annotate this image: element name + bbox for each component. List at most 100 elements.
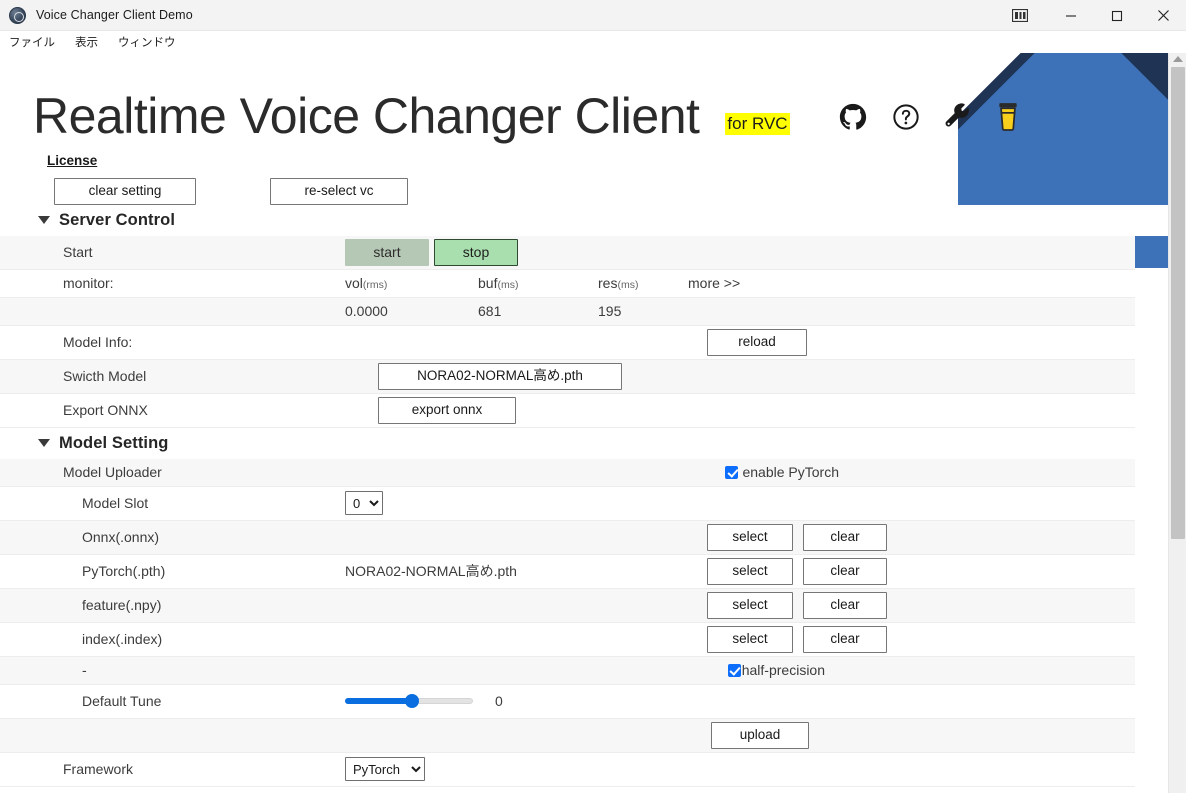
- enable-pytorch-label: enable PyTorch: [742, 464, 839, 480]
- row-model-uploader: Model Uploader enable PyTorch: [0, 459, 1135, 487]
- label-dash: -: [0, 662, 345, 678]
- minimize-icon[interactable]: [1048, 0, 1094, 31]
- row-feature: feature(.npy) select clear: [0, 589, 1135, 623]
- row-onnx: Onnx(.onnx) select clear: [0, 521, 1135, 555]
- help-circle-icon[interactable]: [892, 103, 920, 136]
- upload-button[interactable]: upload: [711, 722, 809, 749]
- chevron-down-icon: [38, 216, 50, 224]
- default-tune-slider[interactable]: [345, 693, 473, 709]
- row-framework: Framework PyTorch: [0, 753, 1135, 787]
- row-model-info: Model Info: reload: [0, 326, 1135, 360]
- feature-select-button[interactable]: select: [707, 592, 793, 619]
- content-area: Realtime Voice Changer Client for RVC: [0, 53, 1186, 793]
- feature-buttons: select clear: [707, 592, 1135, 619]
- label-model-info: Model Info:: [0, 334, 345, 350]
- monitor-header-res-unit: (ms): [617, 279, 638, 291]
- half-precision-checkbox-group[interactable]: half-precision: [728, 662, 1135, 678]
- monitor-header-vol-text: vol: [345, 275, 363, 291]
- page-subtitle: for RVC: [725, 113, 789, 135]
- github-icon[interactable]: [838, 102, 868, 137]
- half-precision-checkbox[interactable]: [728, 664, 741, 677]
- onnx-buttons: select clear: [707, 524, 1135, 551]
- onnx-select-button[interactable]: select: [707, 524, 793, 551]
- label-index: index(.index): [0, 631, 345, 647]
- scrollbar-thumb[interactable]: [1171, 67, 1185, 539]
- row-monitor-headers: monitor: vol(rms) buf(ms) res(ms) more >…: [0, 270, 1135, 298]
- enable-pytorch-checkbox-group[interactable]: enable PyTorch: [725, 464, 1135, 480]
- re-select-vc-button[interactable]: re-select vc: [270, 178, 408, 205]
- row-model-slot: Model Slot 0: [0, 487, 1135, 521]
- feature-clear-button[interactable]: clear: [803, 592, 887, 619]
- pytorch-value: NORA02-NORMAL高め.pth: [345, 561, 517, 581]
- app-icon: [9, 7, 26, 24]
- row-upload: upload: [0, 719, 1135, 753]
- framework-select[interactable]: PyTorch: [345, 757, 425, 781]
- reload-button[interactable]: reload: [707, 329, 807, 356]
- label-framework: Framework: [0, 761, 345, 777]
- window-controls: [992, 0, 1186, 31]
- snap-layout-icon[interactable]: [992, 0, 1048, 31]
- clear-setting-button[interactable]: clear setting: [54, 178, 196, 205]
- app-window: Voice Changer Client Demo ファイル: [0, 0, 1186, 793]
- pytorch-select-button[interactable]: select: [707, 558, 793, 585]
- row-monitor-values: 0.0000 681 195: [0, 298, 1135, 326]
- close-icon[interactable]: [1140, 0, 1186, 31]
- section-header-device-setting[interactable]: Device Setting: [0, 787, 1186, 793]
- label-model-uploader: Model Uploader: [0, 464, 345, 480]
- maximize-icon[interactable]: [1094, 0, 1140, 31]
- index-select-button[interactable]: select: [707, 626, 793, 653]
- pytorch-clear-button[interactable]: clear: [803, 558, 887, 585]
- section-title-server-control: Server Control: [59, 211, 175, 230]
- monitor-value-buf: 681: [478, 303, 598, 319]
- model-slot-select[interactable]: 0: [345, 491, 383, 515]
- export-onnx-button[interactable]: export onnx: [378, 397, 516, 424]
- monitor-header-buf-unit: (ms): [497, 279, 518, 291]
- label-export-onnx: Export ONNX: [0, 402, 345, 418]
- header-icon-group: [838, 102, 1020, 137]
- menu-bar: ファイル 表示 ウィンドウ: [0, 31, 1186, 53]
- menu-item-view[interactable]: 表示: [72, 33, 101, 51]
- slider-thumb[interactable]: [405, 694, 419, 708]
- server-start-button[interactable]: start: [345, 239, 429, 266]
- section-header-server-control[interactable]: Server Control: [0, 205, 1186, 236]
- monitor-header-vol: vol(rms): [345, 275, 478, 291]
- enable-pytorch-checkbox[interactable]: [725, 466, 738, 479]
- default-tune-slider-cell: 0: [345, 693, 503, 709]
- monitor-header-res-text: res: [598, 275, 617, 291]
- row-export-onnx: Export ONNX export onnx: [0, 394, 1135, 428]
- index-buttons: select clear: [707, 626, 1135, 653]
- row-index: index(.index) select clear: [0, 623, 1135, 657]
- default-tune-value: 0: [495, 693, 503, 709]
- label-switch-model: Swicth Model: [0, 368, 345, 384]
- index-clear-button[interactable]: clear: [803, 626, 887, 653]
- section-header-model-setting[interactable]: Model Setting: [0, 428, 1186, 459]
- row-default-tune: Default Tune 0: [0, 685, 1135, 719]
- pytorch-buttons: select clear: [707, 558, 1135, 585]
- scroll-up-arrow-icon[interactable]: [1173, 56, 1183, 62]
- half-precision-label: half-precision: [742, 662, 825, 678]
- menu-item-file[interactable]: ファイル: [6, 33, 58, 51]
- label-default-tune: Default Tune: [0, 693, 345, 709]
- label-start: Start: [0, 244, 345, 260]
- menu-item-window[interactable]: ウィンドウ: [115, 33, 179, 51]
- monitor-more-link[interactable]: more >>: [688, 275, 1135, 291]
- monitor-header-res: res(ms): [598, 275, 688, 291]
- label-onnx: Onnx(.onnx): [0, 529, 345, 545]
- monitor-value-res: 195: [598, 303, 688, 319]
- page-header: Realtime Voice Changer Client for RVC: [0, 53, 1186, 141]
- title-bar: Voice Changer Client Demo: [0, 0, 1186, 31]
- server-stop-button[interactable]: stop: [434, 239, 518, 266]
- coffee-cup-icon[interactable]: [996, 102, 1020, 137]
- row-start: Start start stop: [0, 236, 1135, 270]
- server-start-stop-group: start stop: [345, 239, 518, 266]
- vertical-scrollbar[interactable]: [1168, 53, 1186, 793]
- wrench-icon[interactable]: [944, 103, 972, 136]
- server-control-rows: Start start stop monitor: vol(rms) buf(m…: [0, 236, 1135, 428]
- switch-model-button[interactable]: NORA02-NORMAL高め.pth: [378, 363, 622, 390]
- license-link[interactable]: License: [47, 153, 97, 168]
- onnx-clear-button[interactable]: clear: [803, 524, 887, 551]
- monitor-header-buf-text: buf: [478, 275, 497, 291]
- section-title-model-setting: Model Setting: [59, 434, 168, 453]
- page-title: Realtime Voice Changer Client: [33, 91, 699, 141]
- page-body: Realtime Voice Changer Client for RVC: [0, 53, 1186, 793]
